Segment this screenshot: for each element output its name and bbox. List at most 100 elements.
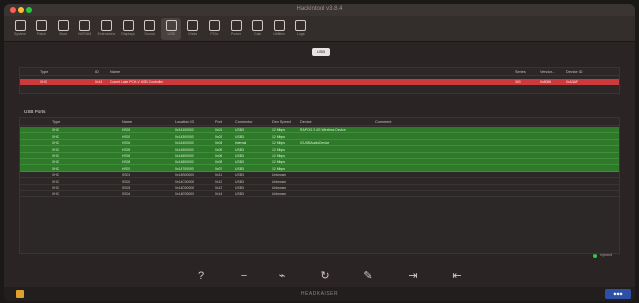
table-cell: 12 Mbps	[272, 141, 286, 146]
table-cell: 0x06	[215, 153, 223, 158]
toolbar-item-disks[interactable]: Disks	[183, 18, 203, 40]
column-header[interactable]: Location ID	[175, 120, 194, 124]
table-cell: 12 Mbps	[272, 166, 286, 171]
column-header[interactable]: Name	[122, 120, 132, 124]
remove-button[interactable]: −	[237, 269, 251, 283]
table-cell: 12 Mbps	[272, 153, 286, 158]
toolbar-item-sound[interactable]: Sound	[140, 18, 160, 40]
table-cell: 12 Mbps	[272, 160, 286, 165]
toolbar-item-label: Boot	[59, 32, 67, 36]
donate-logo-icon[interactable]: ◆◆◆	[605, 289, 631, 299]
table-cell: HS05	[122, 147, 131, 152]
table-cell: USB3	[235, 134, 244, 139]
toolbar-item-boot[interactable]: Boot	[53, 18, 73, 40]
column-header[interactable]: Name	[110, 70, 120, 74]
table-cell: 0x14400000	[175, 141, 194, 146]
table-cell: XHC	[52, 134, 60, 139]
table-cell: 0x13	[215, 185, 223, 190]
help-button[interactable]: ?	[194, 269, 208, 283]
toolbar-item-nvram[interactable]: NVRAM	[75, 18, 95, 40]
export-icon: ⇤	[452, 270, 462, 282]
toolbar-item-label: Sound	[144, 32, 155, 36]
table-cell: 300	[515, 80, 521, 85]
table-cell: USB3	[235, 192, 244, 197]
table-cell: 0x14300000	[175, 134, 194, 139]
toolbar-item-pcie[interactable]: PCIe	[204, 18, 224, 40]
column-header[interactable]: Comment	[375, 120, 391, 124]
column-header[interactable]: Port	[215, 120, 222, 124]
table-cell: Unknown	[272, 192, 287, 197]
refresh-button[interactable]: ↻	[318, 269, 332, 283]
table-cell: 0x07	[215, 166, 223, 171]
toolbar-item-patch[interactable]: Patch	[32, 18, 52, 40]
status-label: Injected	[600, 253, 613, 257]
column-header[interactable]: Device	[300, 120, 312, 124]
table-cell: 0x14C00000	[175, 179, 195, 184]
table-cell: 0x04	[215, 141, 223, 146]
clear-button[interactable]: ⌁	[275, 269, 289, 283]
usb-segment-button[interactable]: USB	[312, 48, 330, 56]
main-toolbar: System Patch Boot NVRAM Extensions Displays So…	[4, 16, 635, 42]
table-cell: USB3	[235, 185, 244, 190]
toolbar-item-calc[interactable]: Calc	[248, 18, 268, 40]
speaker-icon	[144, 20, 156, 31]
toolbar-item-usb[interactable]: USB	[161, 18, 182, 40]
controller-row[interactable]: XHC 0x14 Comet Lake PCH-V USB Controller 30…	[20, 79, 619, 86]
refresh-icon: ↻	[320, 270, 330, 282]
footer-text: HEADKAISER	[300, 291, 339, 297]
wrench-icon	[273, 20, 285, 31]
table-cell: 12 Mbps	[272, 147, 286, 152]
toolbar-item-system[interactable]: System	[10, 18, 30, 40]
column-header[interactable]: Vendor...	[540, 70, 555, 74]
port-row[interactable]: XHC SS04 0x14E00000 0x14 USB3 Unknown	[20, 191, 619, 198]
table-cell: HS08	[122, 160, 131, 165]
table-cell: 0x11	[215, 173, 223, 178]
window-title: Hackintool v3.8.4	[296, 6, 343, 12]
toolbar-item-power[interactable]: Power	[226, 18, 246, 40]
table-cell: Unknown	[272, 185, 287, 190]
question-icon: ?	[197, 270, 205, 282]
table-cell: XHC	[40, 80, 48, 85]
column-header[interactable]: Connector	[235, 120, 253, 124]
toolbar-item-utilities[interactable]: Utilities	[269, 18, 289, 40]
usb-icon	[165, 20, 177, 31]
table-cell: 0x14700000	[175, 166, 194, 171]
toolbar-item-extensions[interactable]: Extensions	[96, 18, 116, 40]
table-cell: 0x14100000	[175, 128, 194, 133]
toolbar-item-label: NVRAM	[78, 32, 92, 36]
usb-ports-table: Type Name Location ID Port Connector Dev Spee…	[19, 117, 620, 254]
table-cell: Comet Lake PCH-V USB Controller	[110, 80, 164, 85]
edit-button[interactable]: ✎	[361, 269, 375, 283]
app-window: Hackintool v3.8.4 System Patch Boot NVRAM Ex…	[4, 4, 635, 301]
table-cell: 0x14D00000	[175, 185, 195, 190]
toolbar-item-logs[interactable]: Logs	[291, 18, 311, 40]
table-cell: XHC	[52, 166, 60, 171]
column-header[interactable]: Dev Speed	[272, 120, 291, 124]
table-cell: USB3	[235, 128, 244, 133]
toolbar-item-displays[interactable]: Displays	[118, 18, 138, 40]
toolbar-item-label: Logs	[296, 32, 305, 36]
table-cell: XHC	[52, 141, 60, 146]
disk-icon	[187, 20, 199, 31]
table-cell: RAPOO 2.4G Wireless Device	[300, 128, 346, 133]
table-cell: 0xA3AF	[566, 80, 579, 85]
table-cell: HS01	[122, 128, 131, 133]
table-cell: HS06	[122, 153, 131, 158]
toolbar-item-label: Patch	[36, 32, 47, 36]
column-header[interactable]: Series	[515, 70, 526, 74]
table-cell: USB3	[235, 147, 244, 152]
table-cell: 0x14500000	[175, 147, 194, 152]
table-cell: USB3	[235, 153, 244, 158]
table-cell: Internal	[235, 141, 247, 146]
export-button[interactable]: ⇤	[450, 269, 464, 283]
import-icon: ⇥	[408, 270, 418, 282]
column-header[interactable]: Type	[52, 120, 60, 124]
column-header[interactable]: Type	[40, 70, 48, 74]
table-cell: 0x12	[215, 179, 223, 184]
column-header[interactable]: ID	[95, 70, 99, 74]
table-cell: HS04	[122, 141, 131, 146]
table-cell: XHC	[52, 173, 60, 178]
table-cell: 0x01	[215, 128, 223, 133]
import-button[interactable]: ⇥	[406, 269, 420, 283]
column-header[interactable]: Device ID	[566, 70, 582, 74]
